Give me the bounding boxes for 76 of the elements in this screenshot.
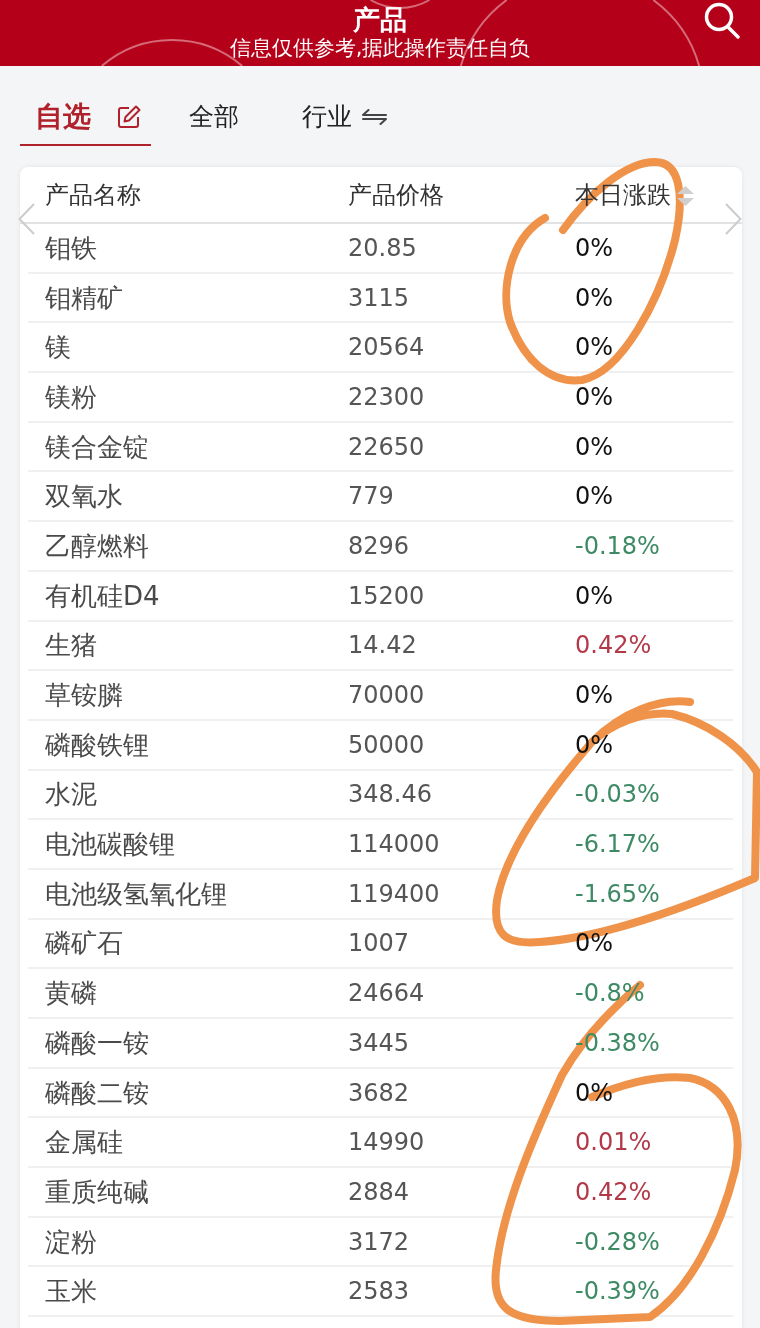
product-price: 15200 <box>348 580 426 611</box>
product-name: 磷矿石 <box>45 928 124 959</box>
product-price: 22300 <box>348 381 426 412</box>
product-price: 14.42 <box>348 630 418 661</box>
price-change: 0% <box>575 282 615 313</box>
product-price: 1007 <box>348 928 411 959</box>
search-button[interactable] <box>704 2 740 40</box>
product-price: 2583 <box>348 1276 411 1307</box>
product-price: 20564 <box>348 332 426 363</box>
product-name: 重质纯碱 <box>45 1176 150 1207</box>
product-price: 119400 <box>348 878 441 909</box>
product-name: 生猪 <box>45 630 98 661</box>
page-title: 产品 <box>353 5 407 35</box>
price-change: -6.17% <box>575 829 661 860</box>
product-name: 钼精矿 <box>45 282 124 313</box>
price-change: 0% <box>575 928 615 959</box>
product-price: 2884 <box>348 1176 411 1207</box>
price-change: 0% <box>575 332 615 363</box>
column-header: 产品名称 <box>45 179 141 210</box>
product-name: 玉米 <box>45 1276 98 1307</box>
tab[interactable]: 行业 <box>287 90 412 146</box>
chevron-left-icon[interactable] <box>18 203 35 235</box>
price-change: 0.01% <box>575 1127 653 1158</box>
price-change: 0% <box>575 381 615 412</box>
product-name: 金属硅 <box>45 1127 124 1158</box>
chevron-right-icon[interactable] <box>725 203 742 235</box>
sort-icon[interactable] <box>677 185 694 206</box>
product-name: 草铵膦 <box>45 680 124 711</box>
tab[interactable]: 自选 <box>20 90 151 146</box>
price-change: 0% <box>575 232 615 263</box>
tab[interactable]: 全部 <box>174 90 264 146</box>
price-change: 0% <box>575 431 615 462</box>
product-price: 3682 <box>348 1077 411 1108</box>
column-header: 产品价格 <box>348 179 444 210</box>
price-change: 0.42% <box>575 1176 653 1207</box>
product-price: 779 <box>348 481 395 512</box>
product-name: 电池碳酸锂 <box>45 829 176 860</box>
product-price: 114000 <box>348 829 441 860</box>
product-name: 电池级氢氧化锂 <box>45 878 228 909</box>
price-change: -0.18% <box>575 530 661 561</box>
product-name: 磷酸铁锂 <box>45 729 150 760</box>
product-price: 14990 <box>348 1127 426 1158</box>
swap-arrows-icon <box>362 109 387 125</box>
product-price: 22650 <box>348 431 426 462</box>
product-price: 348.46 <box>348 779 433 810</box>
product-name: 水泥 <box>45 779 98 810</box>
product-name: 镁粉 <box>45 381 98 412</box>
product-name: 淀粉 <box>45 1226 98 1257</box>
product-name: 钼铁 <box>45 232 98 263</box>
price-change: -0.39% <box>575 1276 661 1307</box>
product-name: 黄磷 <box>45 978 98 1009</box>
product-name: 有机硅D4 <box>45 580 161 611</box>
edit-icon <box>117 105 141 129</box>
price-change: 0% <box>575 481 615 512</box>
price-change: -1.65% <box>575 878 661 909</box>
price-change: 0% <box>575 580 615 611</box>
price-change: -0.28% <box>575 1226 661 1257</box>
product-price: 3172 <box>348 1226 411 1257</box>
price-change: 0.42% <box>575 630 653 661</box>
product-name: 镁 <box>45 332 72 363</box>
product-price: 8296 <box>348 530 411 561</box>
price-change: -0.03% <box>575 779 661 810</box>
product-name: 磷酸一铵 <box>45 1027 150 1058</box>
product-price: 50000 <box>348 729 426 760</box>
product-price: 70000 <box>348 680 426 711</box>
disclaimer-text: 信息仅供参考,据此操作责任自负 <box>229 35 531 61</box>
product-name: 磷酸二铵 <box>45 1077 150 1108</box>
product-price: 24664 <box>348 978 426 1009</box>
product-name: 双氧水 <box>45 481 124 512</box>
product-price: 3115 <box>348 282 411 313</box>
product-name: 乙醇燃料 <box>45 530 150 561</box>
product-price: 20.85 <box>348 232 418 263</box>
product-name: 镁合金锭 <box>45 431 150 462</box>
search-icon <box>704 2 740 40</box>
product-price: 3445 <box>348 1027 411 1058</box>
price-change: 0% <box>575 680 615 711</box>
